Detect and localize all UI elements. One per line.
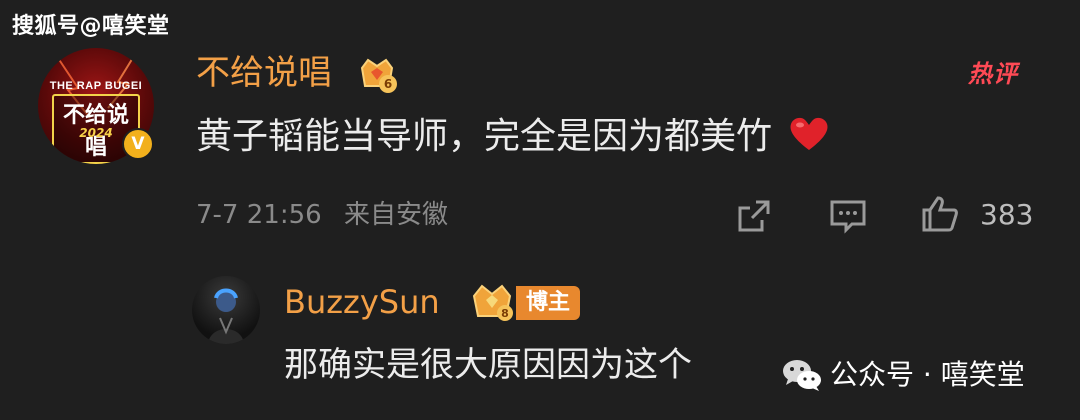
replier-avatar[interactable] [192, 276, 260, 344]
red-heart-icon [790, 117, 828, 150]
replier-avatar-image [208, 288, 244, 344]
hot-comment-label: 热评 [968, 60, 1018, 88]
comment-icon[interactable] [828, 196, 868, 236]
comment-timestamp: 7-7 21:56 [196, 200, 322, 230]
comment-meta: 7-7 21:56 来自安徽 [196, 196, 448, 234]
author-badge: 博主 [516, 286, 581, 320]
avatar-brand-small: THE RAP BUGEI [49, 80, 143, 92]
fan-badge-level: 6 [384, 77, 392, 91]
watermark-top: 搜狐号@嘻笑堂 [12, 14, 170, 39]
comment-body: 黄子韬能当导师，完全是因为都美竹 [196, 112, 831, 162]
replier-badge-level: 8 [501, 307, 509, 320]
verified-badge-icon: V [122, 128, 154, 160]
share-icon[interactable] [734, 196, 774, 236]
commenter-username[interactable]: 不给说唱 [196, 50, 332, 96]
watermark-bottom: 公众号 · 嘻笑堂 [830, 358, 1025, 391]
reply-text: 那确实是很大原因因为这个 [284, 345, 692, 385]
like-count: 383 [980, 198, 1034, 231]
thumbs-up-icon[interactable] [920, 194, 960, 234]
replier-username[interactable]: BuzzySun [284, 280, 440, 324]
comment-text: 黄子韬能当导师，完全是因为都美竹 [196, 116, 773, 157]
comment-location: 来自安徽 [343, 200, 448, 230]
replier-crown-badge-icon: 8 [472, 284, 513, 321]
wechat-icon [783, 360, 821, 391]
fan-crown-badge-icon: 6 [360, 58, 397, 93]
